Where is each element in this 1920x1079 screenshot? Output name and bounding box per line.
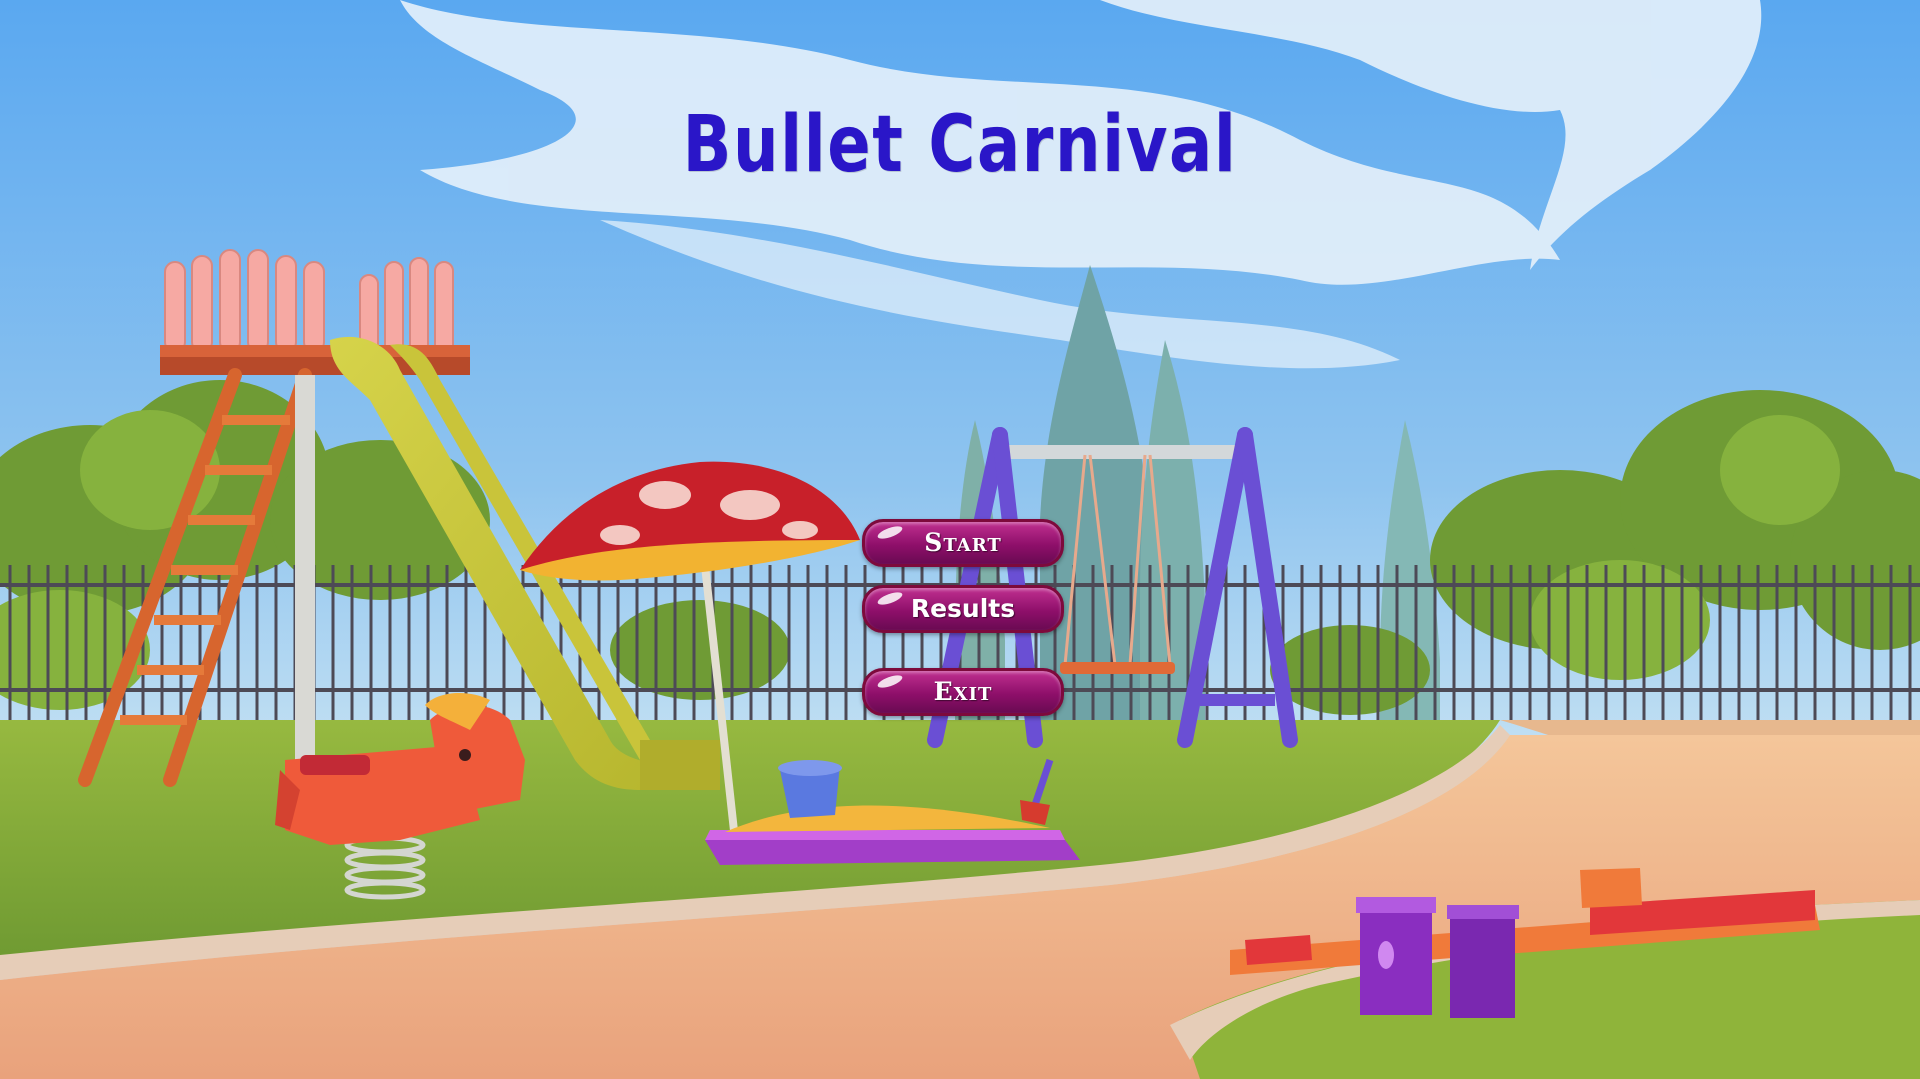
game-title: Bullet Carnival (682, 100, 1238, 190)
gloss-highlight (876, 589, 904, 608)
start-button[interactable]: Start (862, 519, 1064, 567)
results-button-label: Results (910, 594, 1016, 623)
results-button[interactable]: Results (862, 585, 1064, 633)
start-button-label: Start (924, 528, 1002, 557)
exit-button[interactable]: Exit (862, 668, 1064, 716)
gloss-highlight (876, 523, 904, 542)
exit-button-label: Exit (933, 677, 993, 706)
gloss-highlight (876, 672, 904, 691)
